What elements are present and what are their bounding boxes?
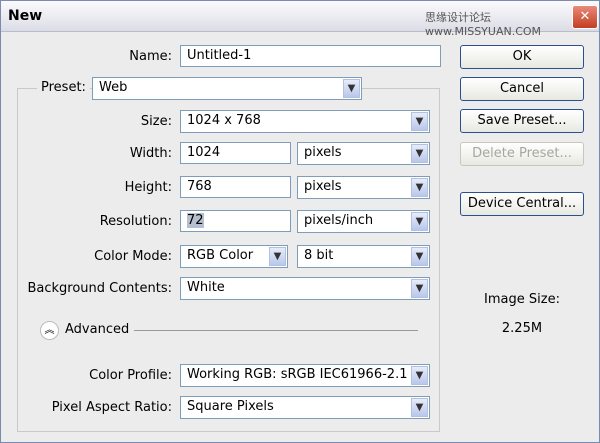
new-document-dialog: New 思缘设计论坛 www.MISSYUAN.COM ✕ Name: Unti…: [0, 0, 600, 443]
chevron-down-icon: ▼: [411, 112, 428, 131]
resolution-value: 72: [187, 213, 204, 228]
height-label: Height:: [124, 180, 172, 195]
color-profile-select[interactable]: Working RGB: sRGB IEC61966-2.1 ▼: [180, 364, 430, 387]
collapse-advanced-icon[interactable]: ︽: [40, 321, 59, 340]
background-value: White: [187, 280, 225, 295]
device-central-button[interactable]: Device Central...: [460, 192, 584, 216]
chevron-down-icon: ▼: [411, 178, 428, 197]
chevron-down-icon: ▼: [411, 247, 428, 266]
preset-label: Preset:: [37, 80, 90, 95]
resolution-label: Resolution:: [99, 214, 172, 229]
cancel-button[interactable]: Cancel: [460, 77, 584, 101]
chevron-down-icon: ▼: [411, 279, 428, 298]
height-unit-value: pixels: [304, 179, 342, 194]
chevron-down-icon: ▼: [411, 398, 428, 417]
image-size-label: Image Size:: [484, 292, 560, 307]
background-label: Background Contents:: [27, 281, 172, 296]
width-unit-value: pixels: [304, 145, 342, 160]
chevron-down-icon: ▼: [343, 79, 360, 98]
size-value: 1024 x 768: [187, 113, 261, 128]
width-label: Width:: [129, 146, 172, 161]
width-unit-select[interactable]: pixels ▼: [297, 142, 430, 165]
chevron-down-icon: ▼: [411, 212, 428, 231]
close-button[interactable]: ✕: [572, 5, 598, 29]
preset-value: Web: [99, 80, 128, 95]
title-bar: New 思缘设计论坛 www.MISSYUAN.COM ✕: [1, 1, 599, 38]
height-input[interactable]: 768: [180, 176, 291, 198]
pixel-aspect-value: Square Pixels: [187, 399, 274, 414]
advanced-label: Advanced: [65, 322, 130, 337]
bit-depth-select[interactable]: 8 bit ▼: [297, 245, 430, 268]
bit-depth-value: 8 bit: [304, 248, 334, 263]
delete-preset-button: Delete Preset...: [460, 142, 584, 166]
color-mode-select[interactable]: RGB Color ▼: [180, 245, 288, 268]
background-select[interactable]: White ▼: [180, 277, 430, 300]
preset-select[interactable]: Web ▼: [92, 77, 362, 100]
resolution-unit-select[interactable]: pixels/inch ▼: [297, 210, 430, 233]
dialog-title: New: [8, 8, 43, 24]
pixel-aspect-select[interactable]: Square Pixels ▼: [180, 396, 430, 419]
resolution-unit-value: pixels/inch: [304, 213, 374, 228]
color-profile-value: Working RGB: sRGB IEC61966-2.1: [187, 367, 408, 382]
pixel-aspect-label: Pixel Aspect Ratio:: [51, 400, 172, 415]
name-input[interactable]: Untitled-1: [180, 45, 441, 67]
resolution-input[interactable]: 72: [180, 210, 291, 232]
color-profile-label: Color Profile:: [89, 368, 172, 383]
ok-button[interactable]: OK: [460, 45, 584, 69]
save-preset-button[interactable]: Save Preset...: [460, 109, 584, 133]
chevron-down-icon: ▼: [411, 366, 428, 385]
width-input[interactable]: 1024: [180, 142, 291, 164]
size-label: Size:: [140, 114, 172, 129]
color-mode-value: RGB Color: [187, 248, 254, 263]
chevron-down-icon: ▼: [269, 247, 286, 266]
size-select[interactable]: 1024 x 768 ▼: [180, 110, 430, 133]
image-size-value: 2.25M: [501, 321, 543, 336]
chevron-down-icon: ▼: [411, 144, 428, 163]
color-mode-label: Color Mode:: [94, 249, 172, 264]
name-label: Name:: [129, 49, 172, 64]
height-unit-select[interactable]: pixels ▼: [297, 176, 430, 199]
advanced-divider: [134, 330, 418, 331]
